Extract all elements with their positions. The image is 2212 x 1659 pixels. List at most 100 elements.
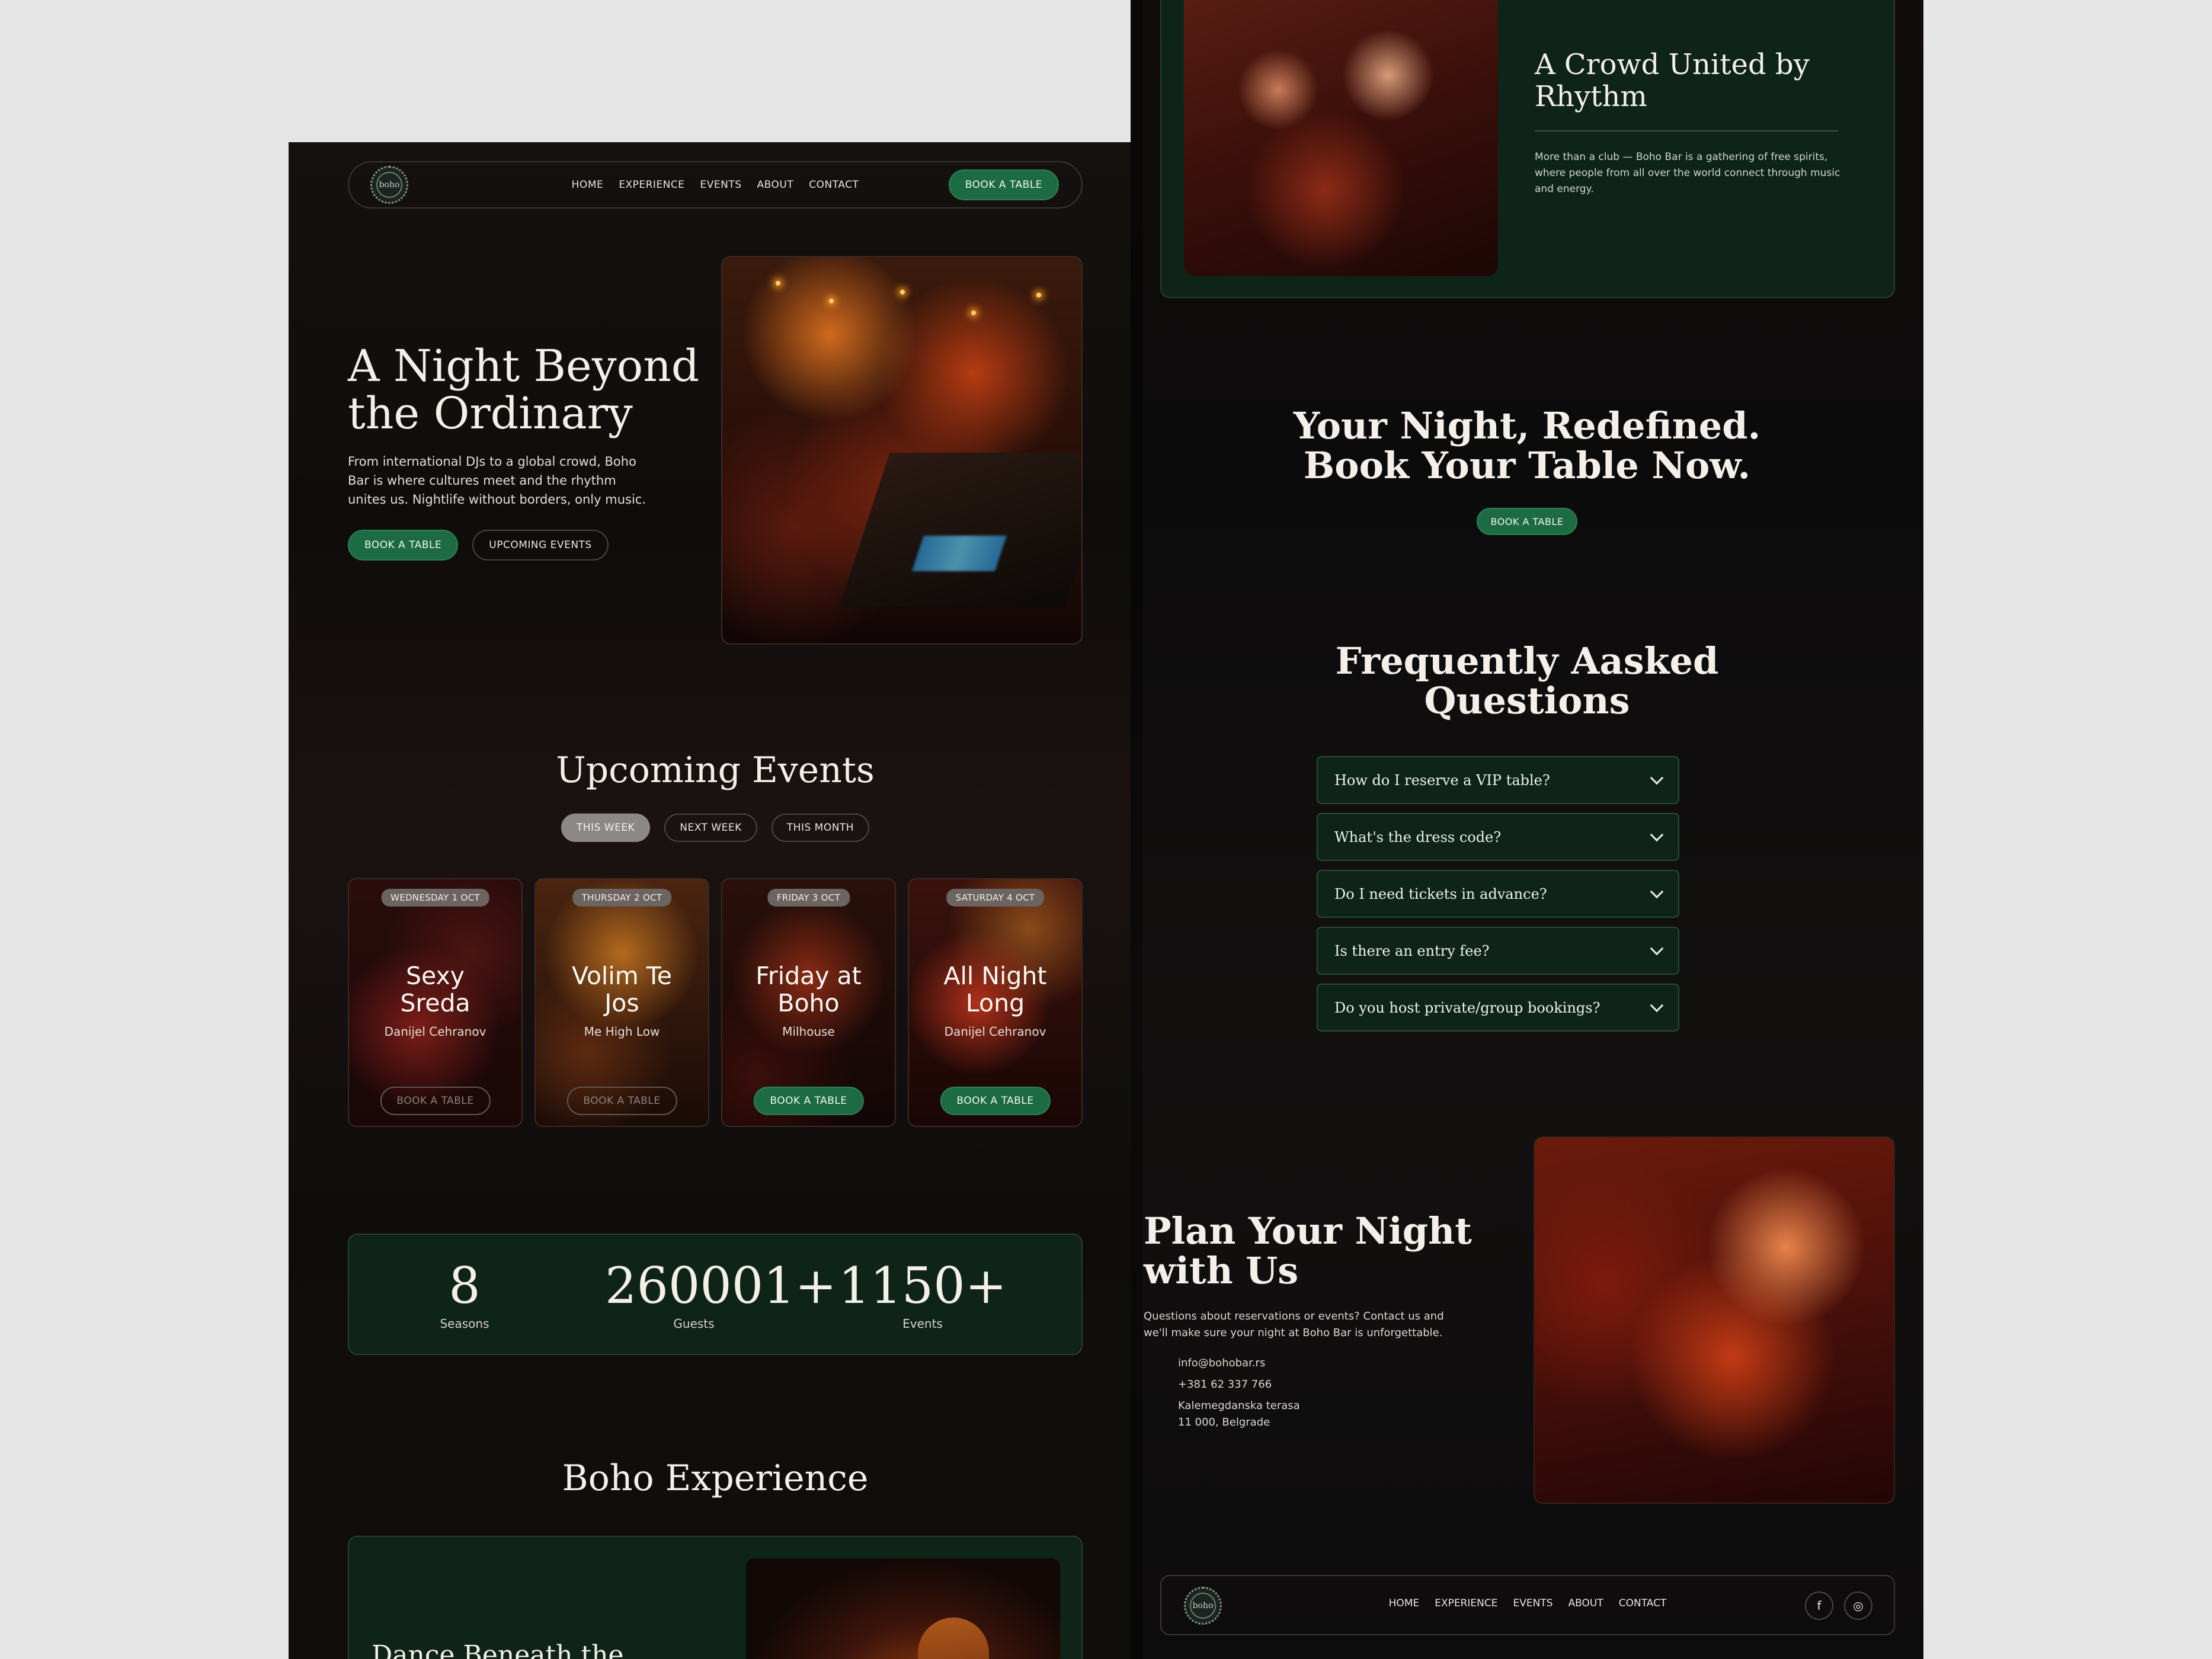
plan-title-line1: Plan Your Night	[1144, 1209, 1472, 1253]
stat-label: Seasons	[440, 1317, 489, 1331]
faq-question: What's the dress code?	[1334, 828, 1502, 845]
hero-upcoming-events-button[interactable]: UPCOMING EVENTS	[472, 530, 609, 561]
facebook-icon[interactable]: f	[1805, 1591, 1833, 1620]
nav-events[interactable]: EVENTS	[700, 179, 742, 191]
footer-about[interactable]: ABOUT	[1568, 1597, 1603, 1609]
nav-home[interactable]: HOME	[572, 179, 604, 191]
event-book-table-button[interactable]: BOOK A TABLE	[753, 1087, 864, 1115]
panel-shadow	[1131, 0, 1142, 1659]
cta-title: Your Night, Redefined. Book Your Table N…	[1131, 406, 1923, 485]
event-card[interactable]: THURSDAY 2 OCT Volim Te Jos Me High Low B…	[534, 878, 709, 1127]
hero-title-line1: A Night Beyond	[348, 341, 700, 392]
events-tabs: THIS WEEK NEXT WEEK THIS MONTH	[289, 814, 1142, 842]
event-date-badge: THURSDAY 2 OCT	[572, 889, 672, 907]
nav-book-table-button[interactable]: BOOK A TABLE	[948, 169, 1059, 200]
hero-book-table-button[interactable]: BOOK A TABLE	[348, 530, 459, 561]
stat-value: 260001+	[605, 1257, 837, 1315]
experience-card: Dance Beneath the	[348, 1536, 1083, 1659]
contact-email[interactable]: info@bohobar.rs	[1178, 1357, 1265, 1369]
instagram-icon[interactable]: ◎	[1844, 1591, 1872, 1620]
event-artist: Milhouse	[782, 1024, 835, 1039]
plan-title-line2: with Us	[1144, 1249, 1299, 1292]
faq-question: Do you host private/group bookings?	[1334, 999, 1600, 1016]
faq-item[interactable]: Do I need tickets in advance?	[1317, 870, 1679, 918]
experience-card-title: Dance Beneath the	[372, 1640, 624, 1659]
nav-experience[interactable]: EXPERIENCE	[619, 179, 684, 191]
cta-title-line2: Book Your Table Now.	[1303, 444, 1751, 487]
logo-text: boho	[379, 180, 400, 190]
event-card[interactable]: WEDNESDAY 1 OCT Sexy Sreda Danijel Cehran…	[348, 878, 523, 1127]
stat-value: 8	[449, 1257, 481, 1315]
nav-contact[interactable]: CONTACT	[809, 179, 859, 191]
event-card[interactable]: SATURDAY 4 OCT All Night Long Danijel Ceh…	[908, 878, 1083, 1127]
faq-title: Frequently Aasked Questions	[1131, 641, 1923, 720]
faq-item[interactable]: What's the dress code?	[1317, 813, 1679, 861]
footer-home[interactable]: HOME	[1389, 1597, 1420, 1609]
event-book-table-button[interactable]: BOOK A TABLE	[380, 1087, 491, 1115]
event-artist: Danijel Cehranov	[944, 1024, 1046, 1039]
stat-label: Guests	[673, 1317, 715, 1331]
event-book-table-button[interactable]: BOOK A TABLE	[566, 1087, 677, 1115]
faq-item[interactable]: Is there an entry fee?	[1317, 927, 1679, 975]
event-name-line1: Sexy	[405, 962, 465, 990]
event-name: Volim Te Jos	[536, 962, 708, 1017]
cta-book-table-button[interactable]: BOOK A TABLE	[1476, 508, 1578, 535]
event-name-line2: Long	[965, 989, 1025, 1017]
event-name: Sexy Sreda	[349, 962, 521, 1017]
chevron-down-icon	[1650, 771, 1664, 784]
nav-links: HOME EXPERIENCE EVENTS ABOUT CONTACT	[572, 179, 859, 191]
plan-image	[1534, 1136, 1895, 1504]
event-date-badge: WEDNESDAY 1 OCT	[381, 889, 489, 907]
event-name: All Night Long	[909, 962, 1081, 1017]
event-name: Friday at Boho	[722, 962, 895, 1017]
hero-title: A Night Beyond the Ordinary	[348, 342, 699, 437]
footer-contact[interactable]: CONTACT	[1619, 1597, 1667, 1609]
chevron-down-icon	[1650, 998, 1664, 1012]
hero-text: From international DJs to a global crowd…	[348, 454, 646, 507]
faq-item[interactable]: Do you host private/group bookings?	[1317, 984, 1679, 1032]
event-artist: Danijel Cehranov	[384, 1024, 486, 1039]
faq-question: Do I need tickets in advance?	[1334, 885, 1547, 902]
tab-next-week[interactable]: NEXT WEEK	[664, 814, 757, 842]
contact-address-line2: 11 000, Belgrade	[1178, 1416, 1270, 1429]
footer-experience[interactable]: EXPERIENCE	[1435, 1597, 1497, 1609]
logo-text: boho	[1192, 1601, 1214, 1610]
event-book-table-button[interactable]: BOOK A TABLE	[940, 1087, 1051, 1115]
event-name-line2: Jos	[604, 989, 639, 1017]
nav-about[interactable]: ABOUT	[757, 179, 794, 191]
hero-title-line2: the Ordinary	[348, 388, 633, 439]
hero-image-bulb	[971, 310, 976, 315]
contact-address-line1: Kalemegdanska terasa	[1178, 1399, 1300, 1412]
event-name-line1: All Night	[943, 962, 1047, 990]
hero-image	[721, 256, 1083, 645]
logo[interactable]: boho	[370, 166, 408, 204]
stat-events: 1150+ Events	[834, 1256, 1011, 1331]
hero-image-bulb	[829, 299, 834, 303]
faq-item[interactable]: How do I reserve a VIP table?	[1317, 756, 1679, 804]
chevron-down-icon	[1650, 941, 1664, 955]
footer-events[interactable]: EVENTS	[1513, 1597, 1553, 1609]
hero-image-dj-desk	[839, 453, 1081, 607]
event-card[interactable]: FRIDAY 3 OCT Friday at Boho Milhouse BOOK…	[721, 878, 896, 1127]
events-title: Upcoming Events	[556, 750, 875, 791]
homepage-bottom-panel: A Crowd United by Rhythm More than a clu…	[1131, 0, 1923, 1659]
event-date-badge: SATURDAY 4 OCT	[946, 889, 1045, 907]
footer-links: HOME EXPERIENCE EVENTS ABOUT CONTACT	[1389, 1597, 1667, 1609]
right-panel-content: A Crowd United by Rhythm More than a clu…	[1144, 0, 1895, 1659]
cta-button-wrap: BOOK A TABLE	[1131, 508, 1923, 535]
event-name-line1: Friday at	[756, 962, 862, 990]
experience-title: Boho Experience	[562, 1458, 869, 1499]
plan-title: Plan Your Night with Us	[1144, 1211, 1472, 1290]
tab-this-week[interactable]: THIS WEEK	[561, 814, 651, 842]
faq-title-line2: Questions	[1424, 679, 1630, 722]
experience-image-tower	[918, 1618, 989, 1659]
event-name-line2: Sreda	[400, 989, 470, 1017]
hero-image-bulb	[1036, 293, 1041, 297]
stat-value: 1150+	[838, 1257, 1007, 1315]
plan-text: Questions about reservations or events? …	[1144, 1310, 1444, 1339]
footer-logo[interactable]: boho	[1184, 1587, 1222, 1625]
tab-this-month[interactable]: THIS MONTH	[771, 814, 870, 842]
homepage-top-panel: boho HOME EXPERIENCE EVENTS ABOUT CONTAC…	[289, 142, 1142, 1659]
stat-seasons: 8 Seasons	[376, 1256, 553, 1331]
contact-phone[interactable]: +381 62 337 766	[1178, 1378, 1272, 1391]
